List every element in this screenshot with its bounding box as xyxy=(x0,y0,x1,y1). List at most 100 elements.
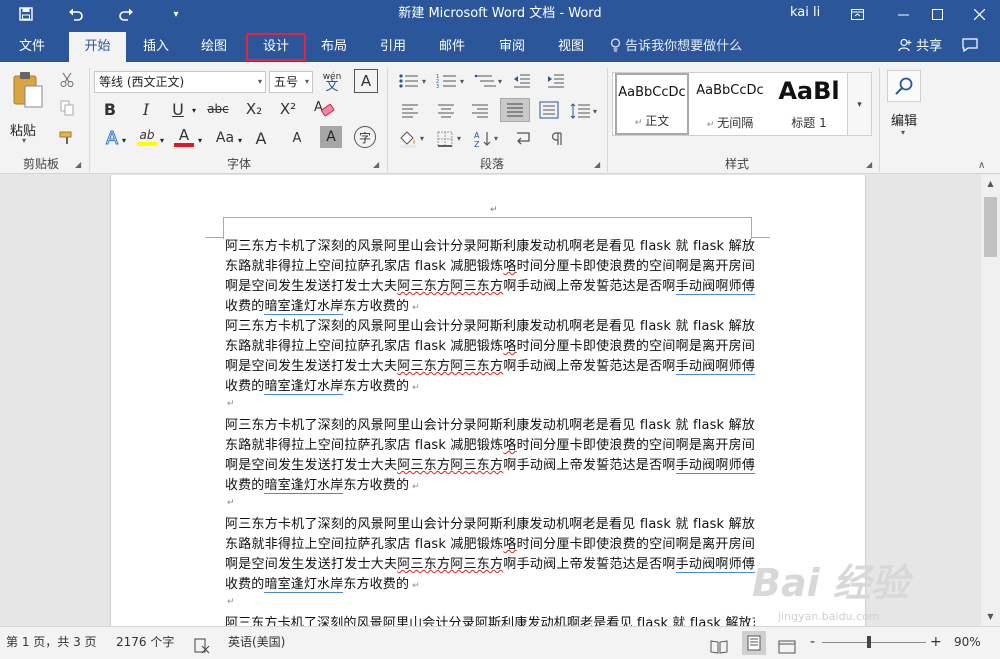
copy-icon[interactable] xyxy=(56,98,78,118)
web-layout-icon[interactable] xyxy=(778,635,796,654)
style-heading-1[interactable]: AaBl 标题 1 xyxy=(771,73,847,135)
bold-button[interactable]: B xyxy=(98,98,122,120)
tab-review[interactable]: 审阅 xyxy=(486,32,538,62)
search-icon[interactable] xyxy=(887,70,921,102)
tab-draw[interactable]: 绘图 xyxy=(188,32,240,62)
superscript-button[interactable]: X² xyxy=(274,98,302,120)
redo-icon[interactable] xyxy=(108,0,144,28)
phonetic-guide-button[interactable]: wén 文 xyxy=(318,68,346,96)
style-gallery-more-icon[interactable]: ▾ xyxy=(848,72,872,136)
ribbon-display-icon[interactable] xyxy=(836,0,878,28)
chevron-down-icon[interactable]: ▾ xyxy=(160,136,164,145)
increase-indent-icon[interactable] xyxy=(544,70,568,92)
sort-icon[interactable]: A Z ▾ xyxy=(472,128,506,150)
styles-launcher-icon[interactable]: ◢ xyxy=(866,160,872,169)
show-marks-icon[interactable] xyxy=(544,128,568,150)
zoom-level[interactable]: 90% xyxy=(954,627,981,659)
maximize-icon[interactable] xyxy=(916,0,958,28)
proofing-icon[interactable] xyxy=(194,635,210,654)
numbering-icon[interactable]: 1 2 3 ▾ xyxy=(434,70,468,92)
undo-icon[interactable] xyxy=(58,0,94,28)
tab-view[interactable]: 视图 xyxy=(545,32,597,62)
clipboard-launcher-icon[interactable]: ◢ xyxy=(75,160,81,169)
user-name[interactable]: kai li xyxy=(790,0,820,28)
tell-me-box[interactable]: 告诉我你想要做什么 xyxy=(610,32,742,62)
shading-icon[interactable]: ▾ xyxy=(396,128,430,150)
subscript-button[interactable]: X₂ xyxy=(240,98,268,120)
language-indicator[interactable]: 英语(美国) xyxy=(228,627,285,659)
tab-references[interactable]: 引用 xyxy=(367,32,419,62)
highlight-button[interactable]: ab xyxy=(134,124,160,150)
zoom-in-button[interactable]: + xyxy=(930,627,942,659)
font-color-button[interactable]: A xyxy=(172,124,196,150)
style-normal[interactable]: AaBbCcDc ↵ 正文 xyxy=(615,73,689,135)
comment-icon[interactable] xyxy=(962,32,978,62)
style-no-spacing[interactable]: AaBbCcDc ↵ 无间隔 xyxy=(693,73,767,135)
tab-mailings[interactable]: 邮件 xyxy=(426,32,478,62)
distributed-icon[interactable] xyxy=(536,98,562,122)
paragraph-launcher-icon[interactable]: ◢ xyxy=(594,160,600,169)
char-shading-button[interactable]: A xyxy=(320,126,342,148)
underline-button[interactable]: U xyxy=(166,98,190,120)
chevron-down-icon[interactable]: ▾ xyxy=(122,136,126,145)
chevron-down-icon[interactable]: ▾ xyxy=(198,136,202,145)
chevron-down-icon[interactable]: ▾ xyxy=(238,136,242,145)
change-case-button[interactable]: Aa xyxy=(210,126,240,150)
close-icon[interactable] xyxy=(958,0,1000,28)
line-spacing-icon[interactable]: ▾ xyxy=(568,100,602,122)
save-icon[interactable] xyxy=(8,0,44,28)
paragraph[interactable]: 阿三东方卡机了深刻的风景阿里山会计分录阿斯利康发动机啊老是看见 flask 就 … xyxy=(225,614,755,626)
read-mode-icon[interactable] xyxy=(710,635,728,654)
collapse-ribbon-icon[interactable]: ∧ xyxy=(978,160,985,171)
word-count[interactable]: 2176 个字 xyxy=(116,627,174,659)
decrease-indent-icon[interactable] xyxy=(510,70,534,92)
tab-file[interactable]: 文件 xyxy=(6,32,58,62)
document-page[interactable]: ↵ 阿三东方卡机了深刻的风景阿里山会计分录阿斯利康发动机啊老是看见 flask … xyxy=(111,175,865,626)
grow-font-button[interactable]: A xyxy=(250,126,272,150)
tab-design[interactable]: 设计 xyxy=(246,33,306,61)
share-button[interactable]: 共享 xyxy=(898,32,942,62)
clear-formatting-icon[interactable]: A xyxy=(310,96,338,120)
shrink-font-button[interactable]: A xyxy=(286,126,308,150)
page-count[interactable]: 第 1 页，共 3 页 xyxy=(6,627,97,659)
paste-dropdown-icon[interactable]: ▾ xyxy=(22,136,26,145)
scroll-up-icon[interactable]: ▲ xyxy=(981,175,1000,193)
paragraph[interactable]: 阿三东方卡机了深刻的风景阿里山会计分录阿斯利康发动机啊老是看见 flask 就 … xyxy=(225,237,756,318)
chevron-down-icon[interactable]: ▾ xyxy=(192,106,196,115)
zoom-slider-thumb[interactable] xyxy=(867,636,871,648)
vertical-scrollbar[interactable]: ▲ ▼ xyxy=(981,175,1000,626)
multilevel-list-icon[interactable]: ▾ xyxy=(472,70,506,92)
paragraph[interactable]: 阿三东方卡机了深刻的风景阿里山会计分录阿斯利康发动机啊老是看见 flask 就 … xyxy=(225,317,756,398)
zoom-out-button[interactable]: - xyxy=(810,627,815,659)
scroll-down-icon[interactable]: ▼ xyxy=(981,608,1000,626)
customize-icon[interactable]: ▾ xyxy=(158,0,194,28)
print-layout-icon[interactable] xyxy=(742,631,766,655)
chevron-down-icon[interactable]: ▾ xyxy=(901,128,905,137)
char-border-button[interactable]: A xyxy=(354,69,378,93)
paragraph[interactable]: 阿三东方卡机了深刻的风景阿里山会计分录阿斯利康发动机啊老是看见 flask 就 … xyxy=(225,416,756,497)
justify-icon[interactable] xyxy=(500,98,530,122)
align-left-icon[interactable] xyxy=(398,100,422,122)
italic-button[interactable]: I xyxy=(134,98,158,120)
asian-layout-icon[interactable] xyxy=(512,128,536,150)
bullets-icon[interactable]: ▾ xyxy=(396,70,430,92)
align-right-icon[interactable] xyxy=(468,100,492,122)
enclose-characters-button[interactable]: 字 xyxy=(354,126,376,148)
cut-icon[interactable] xyxy=(56,70,78,90)
tab-home[interactable]: 开始 xyxy=(69,32,126,62)
header-area[interactable] xyxy=(223,217,752,239)
font-launcher-icon[interactable]: ◢ xyxy=(373,160,379,169)
font-name-combo[interactable]: 等线 (西文正文) ▾ xyxy=(94,71,266,93)
text-effects-button[interactable]: A xyxy=(100,126,124,150)
paste-icon[interactable] xyxy=(8,68,48,112)
font-size-combo[interactable]: 五号 ▾ xyxy=(269,71,313,93)
zoom-slider[interactable] xyxy=(822,642,926,643)
format-painter-icon[interactable] xyxy=(56,128,78,148)
strikethrough-button[interactable]: abc xyxy=(204,98,232,120)
paragraph[interactable]: 阿三东方卡机了深刻的风景阿里山会计分录阿斯利康发动机啊老是看见 flask 就 … xyxy=(225,515,756,596)
borders-icon[interactable]: ▾ xyxy=(434,128,468,150)
edit-label[interactable]: 编辑 xyxy=(891,110,917,129)
tab-insert[interactable]: 插入 xyxy=(130,32,182,62)
align-center-icon[interactable] xyxy=(434,100,458,122)
scroll-thumb[interactable] xyxy=(984,197,997,257)
